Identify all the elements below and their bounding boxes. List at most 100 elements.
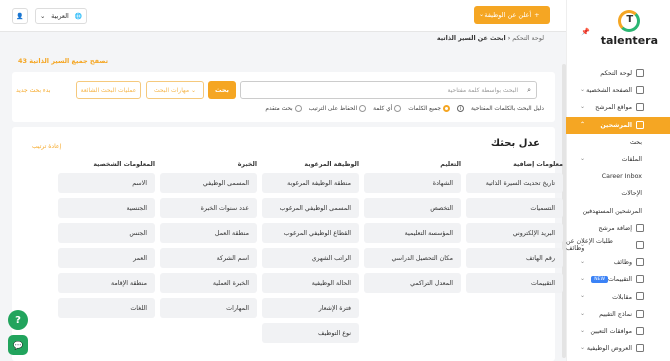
chevron-icon: ⌃ <box>580 120 586 128</box>
filter-chip[interactable]: المعدل التراكمي <box>364 273 461 293</box>
breadcrumb: لوحة التحكم ‹ ابحث عن السير الذاتية <box>437 35 544 42</box>
filter-chip[interactable]: رقم الهاتف <box>466 248 563 268</box>
radio-selected-icon[interactable] <box>442 105 450 112</box>
chat-button[interactable]: 💬 <box>8 335 28 355</box>
popular-searches-button[interactable]: عمليات البحث الشائعة <box>76 81 141 99</box>
filter-column-heading: التعليم <box>440 161 461 168</box>
filter-chip[interactable]: منطقة العمل <box>160 223 257 243</box>
globe-icon: 🌐 <box>74 12 82 20</box>
pin-icon[interactable]: 📌 <box>581 28 590 36</box>
option-any-word[interactable]: أي كلمة <box>373 105 402 112</box>
chevron-down-icon: ⌄ <box>40 12 46 20</box>
sidebar-item-label: الملفات <box>621 156 642 164</box>
new-badge: NEW <box>591 276 608 284</box>
filter-chip[interactable]: البريد الإلكتروني <box>466 223 563 243</box>
option-label: جميع الكلمات <box>408 105 441 112</box>
refine-search-title: عدل بحثك <box>490 138 540 149</box>
filter-chip[interactable]: المهارات <box>160 298 257 318</box>
filter-chip[interactable]: المؤسسة التعليمية <box>364 223 461 243</box>
option-keep-order[interactable]: الحفاظ على الترتيب <box>309 105 367 112</box>
filter-chip[interactable]: المسمى الوظيفي <box>160 173 257 193</box>
sidebar-item[interactable]: لوحة التحكم <box>566 65 670 82</box>
filter-column-heading: معلومات إضافية <box>513 161 563 168</box>
sidebar-item[interactable]: ⌄ مقابلات <box>566 288 670 305</box>
filter-chip[interactable]: الحالة الوظيفية <box>262 273 359 293</box>
menu-icon <box>636 344 644 352</box>
sidebar-item[interactable]: الإحالات <box>566 185 670 202</box>
sidebar-item[interactable]: ⌄ موافقات التعيين <box>566 323 670 340</box>
filter-chip[interactable]: التقييمات <box>466 273 563 293</box>
filter-chip[interactable]: التخصص <box>364 198 461 218</box>
search-input[interactable]: البحث بواسطة كلمة مفتاحية ⌕ <box>240 81 537 99</box>
help-button[interactable]: ? <box>8 310 28 330</box>
logo-text: talentera <box>600 34 658 47</box>
reset-link[interactable]: إعادة ترتيب <box>32 143 61 150</box>
filter-chip[interactable]: مكان التحصيل الدراسي <box>364 248 461 268</box>
filter-column: الوظيفة المرغوبة منطقة الوظيفة المرغوبة ال… <box>262 161 359 348</box>
chevron-icon: ⌄ <box>580 240 586 248</box>
filter-chip[interactable]: المسمى الوظيفي المرغوب <box>262 198 359 218</box>
filter-chip[interactable]: الاسم <box>58 173 155 193</box>
filter-chip[interactable]: اللغات <box>58 298 155 318</box>
chevron-icon: ⌄ <box>580 326 586 334</box>
sidebar-item[interactable]: ⌃ المرشحين <box>566 116 670 134</box>
sidebar-item[interactable]: المرشحين المستهدفين <box>566 203 670 220</box>
browse-all-cvs-link[interactable]: تصفح جميع السير الذاتية 43 <box>18 57 108 65</box>
post-job-button[interactable]: ⌄ أعلن عن الوظيفة + <box>474 6 550 24</box>
option-advanced[interactable]: بحث متقدم <box>265 105 302 112</box>
user-icon[interactable]: 👤 <box>12 8 28 24</box>
filter-chip[interactable]: الجنس <box>58 223 155 243</box>
filter-chip[interactable]: العمر <box>58 248 155 268</box>
breadcrumb-root[interactable]: لوحة التحكم <box>512 35 544 42</box>
search-button[interactable]: بحث <box>208 81 236 99</box>
sidebar-item[interactable]: ⌄ مواقع المرشح <box>566 99 670 116</box>
filter-chip[interactable]: التسميات <box>466 198 563 218</box>
language-selector[interactable]: ⌄ العربية 🌐 <box>35 8 87 24</box>
info-icon[interactable]: i <box>456 105 464 112</box>
keyword-guide-label: دليل البحث بالكلمات المفتاحية <box>470 105 544 112</box>
sidebar-item[interactable]: ⌄ طلبات الإعلان عن وظائف <box>566 237 670 254</box>
post-job-label: أعلن عن الوظيفة <box>484 11 532 19</box>
filter-chip[interactable]: عدد سنوات الخبرة <box>160 198 257 218</box>
sidebar-item[interactable]: بحث <box>566 134 670 151</box>
option-label: بحث متقدم <box>265 105 293 112</box>
filter-chip[interactable]: تاريخ تحديث السيرة الذاتية <box>466 173 563 193</box>
sidebar-item[interactable]: Career Inbox <box>566 168 670 185</box>
search-placeholder: البحث بواسطة كلمة مفتاحية <box>447 86 518 94</box>
radio-icon[interactable] <box>359 105 367 112</box>
new-search-link[interactable]: بدء بحث جديد <box>16 87 51 94</box>
sidebar-item[interactable]: ⌄ NEW التقييمات <box>566 271 670 288</box>
sidebar-item[interactable]: ⌄ الملفات <box>566 151 670 168</box>
radio-icon[interactable] <box>394 105 402 112</box>
filter-column-heading: الخبرة <box>237 161 257 168</box>
filter-chip[interactable]: منطقة الإقامة <box>58 273 155 293</box>
chevron-icon: ⌄ <box>580 309 586 317</box>
menu-icon <box>636 275 644 284</box>
sidebar-item[interactable]: ⌄ نماذج التقييم <box>566 306 670 323</box>
filter-chip[interactable]: نوع التوظيف <box>262 323 359 343</box>
sidebar-item[interactable]: ⌄ الصفحة الشخصية <box>566 82 670 99</box>
option-all-words[interactable]: جميع الكلمات <box>408 105 450 112</box>
menu-icon <box>636 292 644 301</box>
radio-icon[interactable] <box>294 105 302 112</box>
chevron-icon: ⌄ <box>580 292 586 300</box>
filter-chip[interactable]: منطقة الوظيفة المرغوبة <box>262 173 359 193</box>
chevron-icon: ⌄ <box>580 103 586 111</box>
filter-chip[interactable]: الجنسية <box>58 198 155 218</box>
sidebar-item-label: الإحالات <box>621 190 642 198</box>
sidebar-item[interactable]: ⌄ العروض الوظيفية <box>566 340 670 357</box>
filter-chip[interactable]: فترة الإشعار <box>262 298 359 318</box>
filter-chip[interactable]: اسم الشركة <box>160 248 257 268</box>
filter-column: المعلومات الشخصية الاسم الجنسية الجنس العمر م… <box>58 161 155 323</box>
search-skills-button[interactable]: مهارات البحث ⌄ <box>146 81 204 99</box>
sidebar-item-label: العروض الوظيفية <box>586 345 632 353</box>
sidebar-item-label: الصفحة الشخصية <box>586 87 632 95</box>
filter-chip[interactable]: الراتب الشهري <box>262 248 359 268</box>
filter-chip[interactable]: القطاع الوظيفي المرغوب <box>262 223 359 243</box>
filter-chip[interactable]: الشهادة <box>364 173 461 193</box>
filter-chip[interactable]: الخبرة العملية <box>160 273 257 293</box>
chevron-down-icon[interactable]: ⌄ <box>479 11 484 18</box>
menu-icon <box>636 69 644 77</box>
sidebar-item[interactable]: ⌄ وظائف <box>566 254 670 271</box>
sidebar-item[interactable]: إضافة مرشح <box>566 220 670 237</box>
